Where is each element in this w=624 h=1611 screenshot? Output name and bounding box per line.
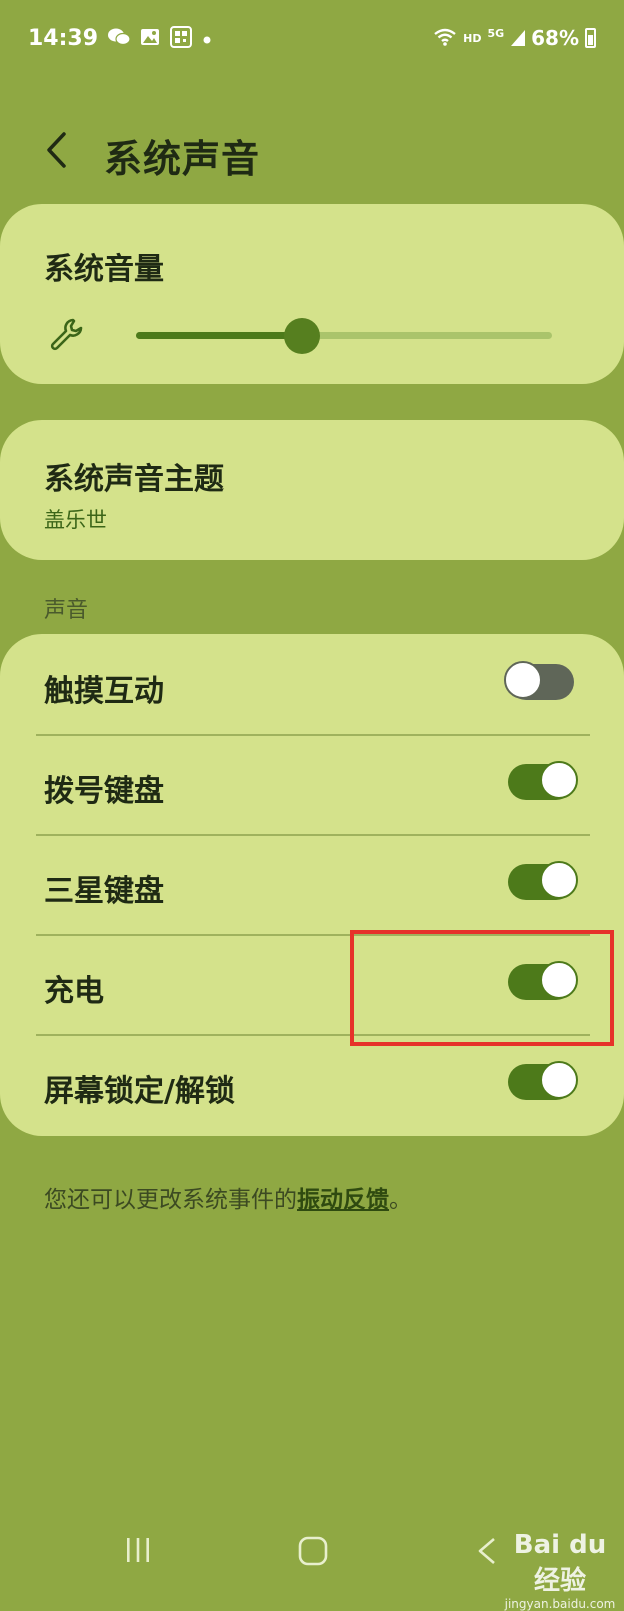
row-label: 三星键盘 xyxy=(44,874,164,909)
system-volume-slider[interactable] xyxy=(136,318,552,354)
toggle-knob xyxy=(540,761,578,799)
chevron-left-icon xyxy=(47,132,66,168)
sounds-card: 触摸互动 拨号键盘 三星键盘 充电 屏幕锁定/解锁 xyxy=(0,634,624,1136)
home-icon[interactable] xyxy=(298,1536,328,1570)
recent-apps-icon[interactable] xyxy=(124,1536,152,1568)
header: 系统声音 xyxy=(0,112,624,188)
section-label-sounds: 声音 xyxy=(44,598,89,623)
status-right: HD 5G 68% xyxy=(433,26,596,50)
back-button[interactable] xyxy=(36,122,76,178)
wechat-icon xyxy=(108,27,131,50)
row-touch-interaction[interactable]: 触摸互动 xyxy=(0,634,624,734)
row-label: 屏幕锁定/解锁 xyxy=(44,1074,235,1109)
system-volume-card: 系统音量 xyxy=(0,204,624,384)
watermark-url: jingyan.baidu.com xyxy=(504,1597,616,1611)
footer-note: 您还可以更改系统事件的振动反馈。 xyxy=(44,1180,412,1214)
row-dialing-keypad[interactable]: 拨号键盘 xyxy=(0,734,624,834)
image-icon xyxy=(140,27,160,50)
row-label: 触摸互动 xyxy=(44,674,164,709)
watermark-logo: Bai du 经验 xyxy=(513,1530,607,1596)
qr-icon xyxy=(170,25,193,51)
footer-text-end: 。 xyxy=(389,1187,412,1213)
row-screen-lock[interactable]: 屏幕锁定/解锁 xyxy=(0,1034,624,1134)
network-type: 5G xyxy=(487,26,505,40)
toggle-knob xyxy=(540,1061,578,1099)
screen-lock-toggle[interactable] xyxy=(508,1061,578,1100)
page-title: 系统声音 xyxy=(104,137,261,181)
dot-icon xyxy=(202,28,212,48)
highlight-annotation xyxy=(350,930,614,1046)
sound-theme-title: 系统声音主题 xyxy=(44,462,224,497)
battery-percent: 68% xyxy=(531,26,579,50)
dialing-keypad-toggle[interactable] xyxy=(508,761,578,800)
touch-interaction-toggle[interactable] xyxy=(504,661,574,700)
signal-icon: 5G xyxy=(487,26,526,49)
sound-theme-card[interactable]: 系统声音主题 盖乐世 xyxy=(0,420,624,560)
footer-text: 您还可以更改系统事件的 xyxy=(44,1187,297,1213)
row-label: 充电 xyxy=(44,974,104,1009)
status-left: 14:39 xyxy=(28,25,212,51)
baidu-watermark: Bai du 经验 jingyan.baidu.com xyxy=(500,1530,620,1611)
hd-indicator: HD xyxy=(463,31,482,45)
status-time: 14:39 xyxy=(28,25,99,51)
status-bar: 14:39 HD 5G 68% xyxy=(0,0,624,76)
slider-fill xyxy=(136,332,303,339)
toggle-knob xyxy=(540,861,578,899)
samsung-keyboard-toggle[interactable] xyxy=(508,861,578,900)
row-samsung-keyboard[interactable]: 三星键盘 xyxy=(0,834,624,934)
wifi-icon xyxy=(433,27,457,50)
wrench-icon xyxy=(48,316,84,356)
back-icon[interactable] xyxy=(474,1536,500,1570)
sound-theme-value: 盖乐世 xyxy=(44,508,107,532)
battery-icon xyxy=(585,28,596,48)
row-label: 拨号键盘 xyxy=(44,774,164,809)
system-volume-title: 系统音量 xyxy=(44,252,164,287)
toggle-knob xyxy=(504,661,542,699)
vibration-feedback-link[interactable]: 振动反馈 xyxy=(297,1187,389,1213)
